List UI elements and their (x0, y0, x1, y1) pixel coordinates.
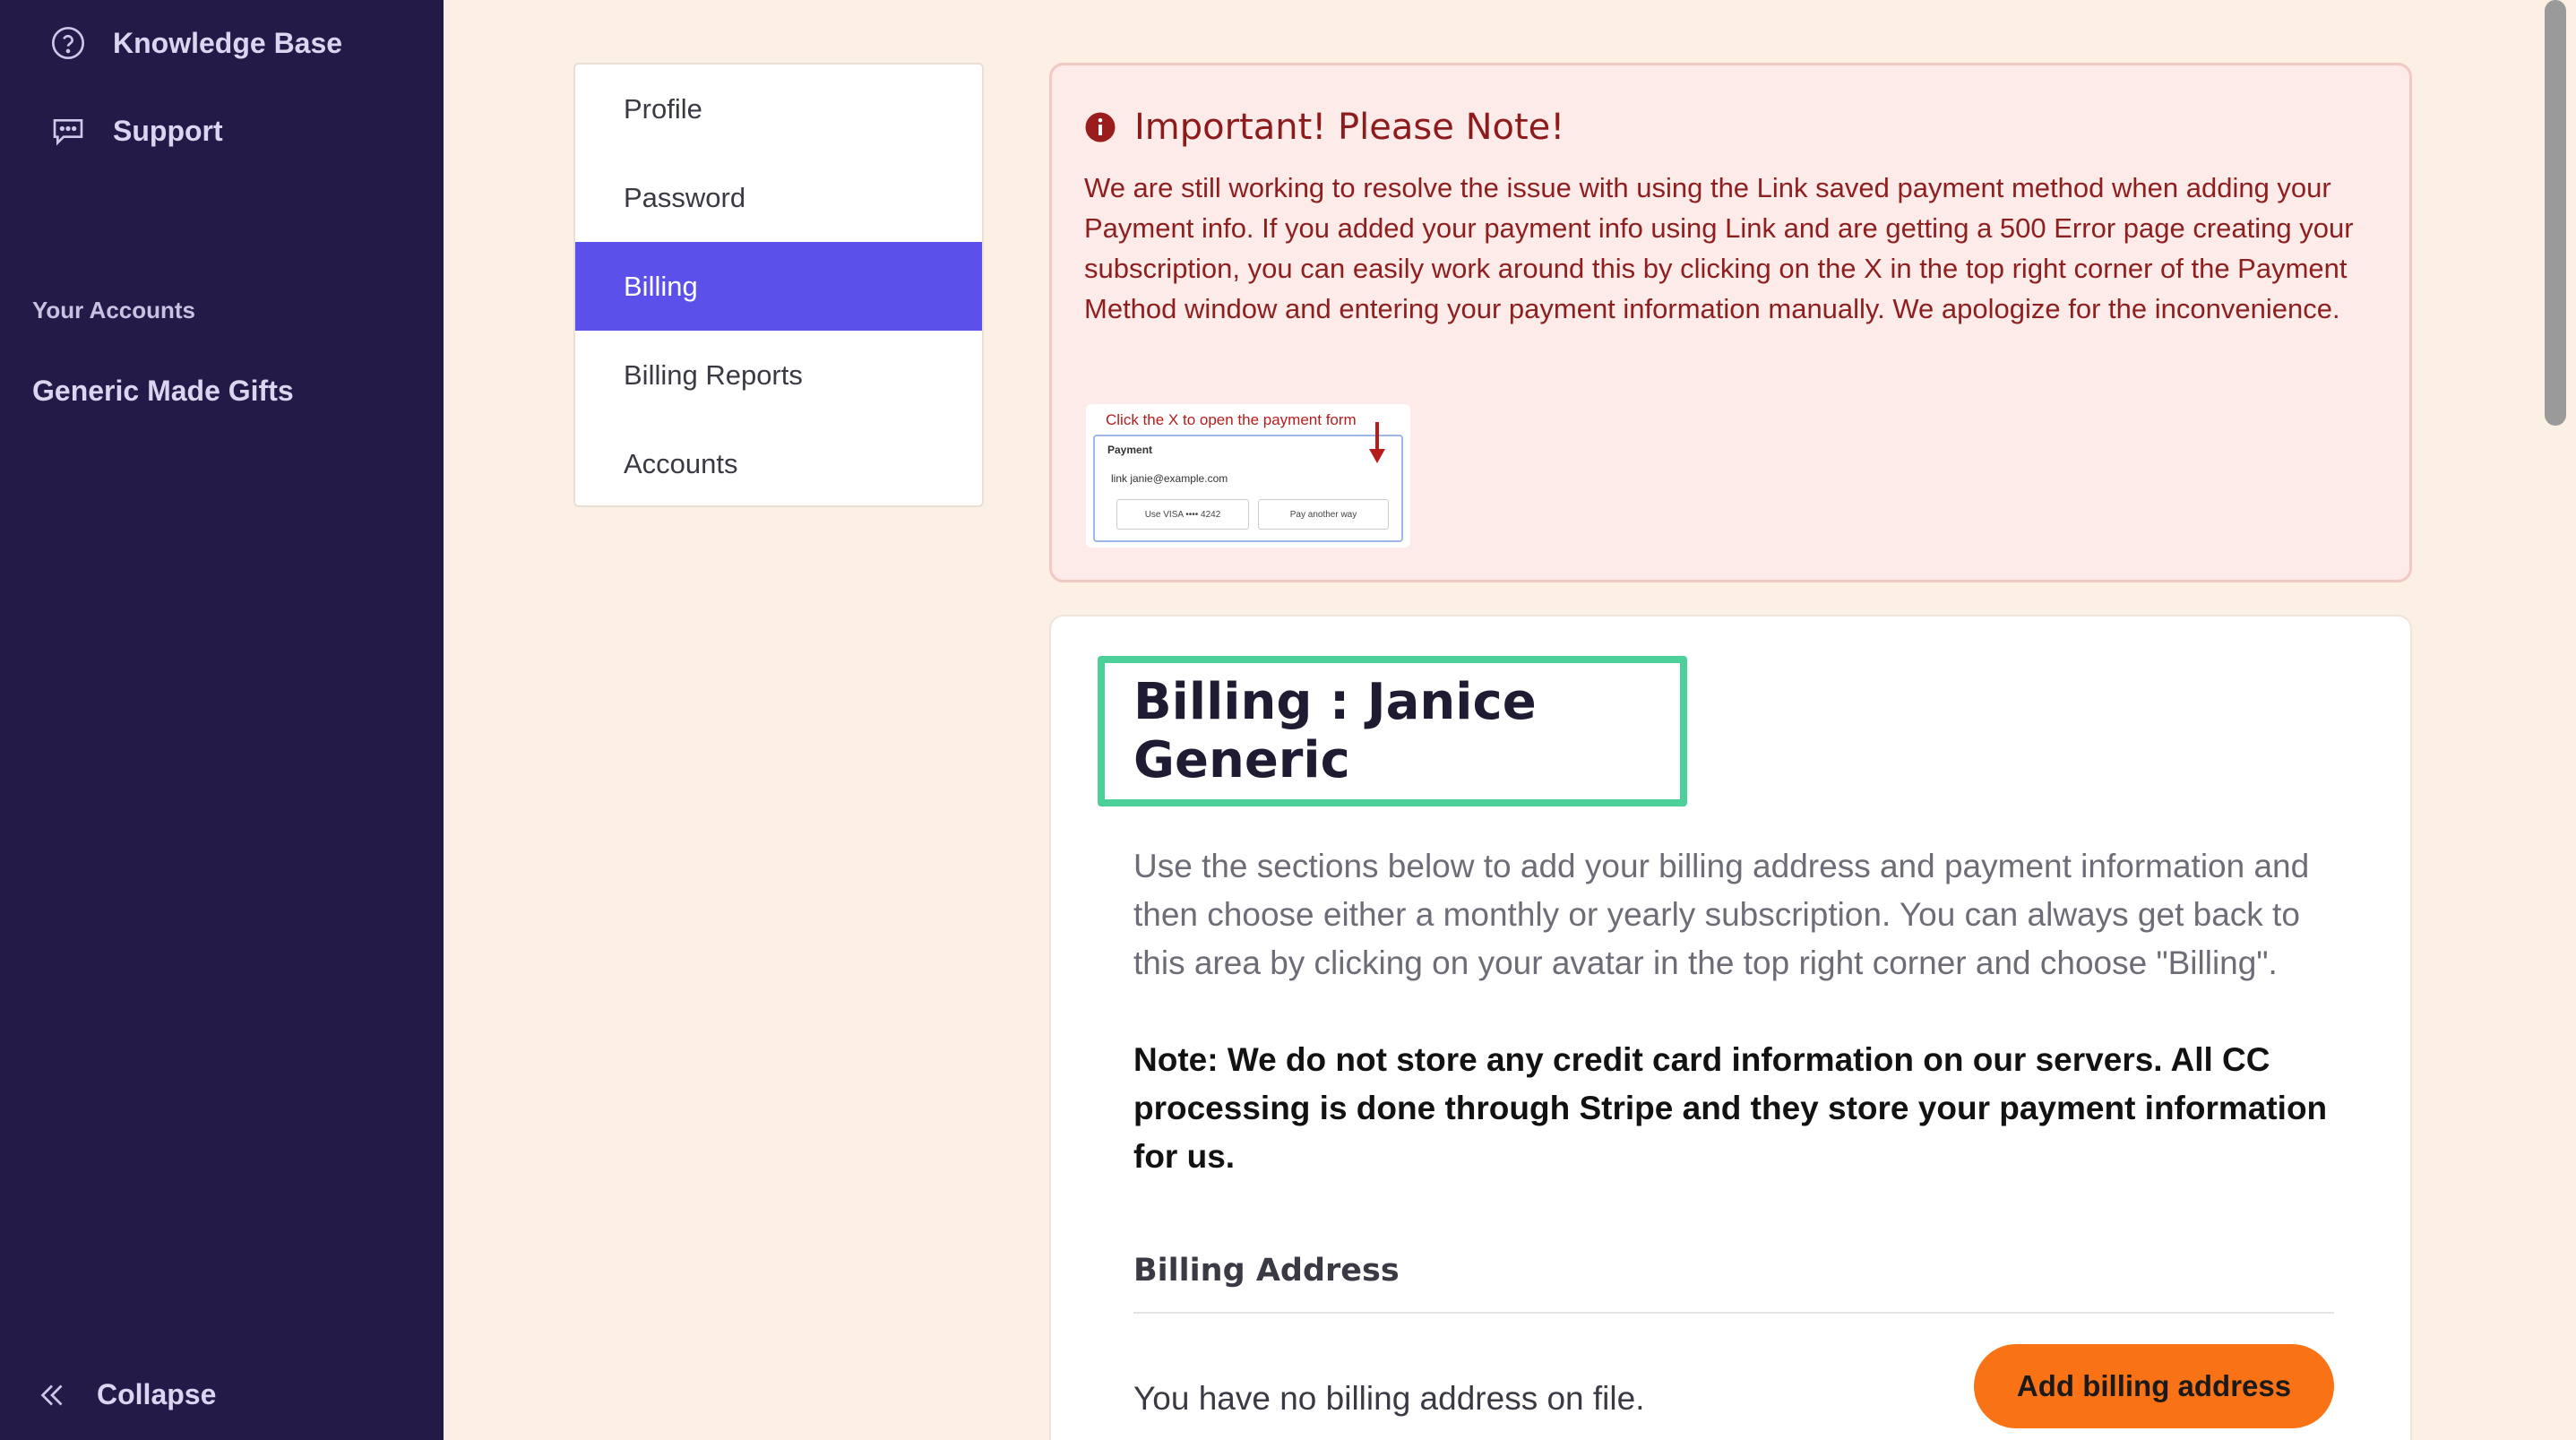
important-notice: Important! Please Note! We are still wor… (1049, 63, 2412, 582)
billing-address-heading: Billing Address (1133, 1253, 1400, 1289)
settings-nav-billing-reports[interactable]: Billing Reports (575, 331, 982, 419)
sidebar-item-label: Support (113, 114, 223, 147)
collapse-button[interactable]: Collapse (36, 1378, 216, 1411)
sidebar-account-item[interactable]: Generic Made Gifts (32, 375, 294, 408)
app-root: Knowledge Base Support Your Accounts Gen… (0, 0, 2576, 1440)
your-accounts-heading: Your Accounts (32, 297, 196, 323)
billing-note: Note: We do not store any credit card in… (1133, 1041, 2328, 1175)
notice-title: Important! Please Note! (1084, 107, 2377, 148)
notice-body: We are still working to resolve the issu… (1084, 172, 2354, 324)
sidebar-item-knowledge-base[interactable]: Knowledge Base (50, 25, 342, 61)
use-saved-card-preview: Use VISA •••• 4242 (1116, 499, 1249, 530)
notice-title-text: Important! Please Note! (1134, 107, 1565, 148)
link-account-line: link janie@example.com (1111, 472, 1228, 485)
sidebar-item-label: Knowledge Base (113, 26, 343, 59)
payment-window-preview: Payment link janie@example.com Use VISA … (1093, 435, 1403, 542)
collapse-label: Collapse (97, 1378, 217, 1410)
settings-nav-profile[interactable]: Profile (575, 65, 982, 153)
payment-label: Payment (1107, 444, 1153, 456)
settings-nav-accounts[interactable]: Accounts (575, 419, 982, 505)
chat-bubble-icon (50, 113, 86, 149)
scrollbar-thumb[interactable] (2545, 0, 2566, 426)
settings-nav-billing[interactable]: Billing (575, 242, 982, 331)
divider (1133, 1312, 2334, 1314)
settings-nav-password[interactable]: Password (575, 153, 982, 242)
sidebar: Knowledge Base Support Your Accounts Gen… (0, 0, 444, 1440)
billing-intro: Use the sections below to add your billi… (1133, 848, 2310, 981)
payment-form-screenshot: Click the X to open the payment form Pay… (1086, 404, 1410, 548)
info-circle-icon (1084, 111, 1116, 143)
double-chevron-left-icon (36, 1379, 68, 1411)
question-circle-icon (50, 25, 86, 61)
add-billing-address-button[interactable]: Add billing address (1974, 1344, 2334, 1428)
screenshot-caption: Click the X to open the payment form (1106, 411, 1357, 428)
billing-title-highlight: Billing : Janice Generic (1098, 656, 1687, 806)
pay-another-way-preview: Pay another way (1258, 499, 1389, 530)
billing-card: Billing : Janice Generic Use the section… (1049, 615, 2412, 1440)
settings-nav: Profile Password Billing Billing Reports… (573, 63, 984, 507)
no-address-message: You have no billing address on file. (1133, 1380, 1645, 1417)
arrow-down-icon (1369, 422, 1385, 463)
page-title: Billing : Janice Generic (1133, 673, 1537, 789)
sidebar-item-support[interactable]: Support (50, 113, 223, 149)
